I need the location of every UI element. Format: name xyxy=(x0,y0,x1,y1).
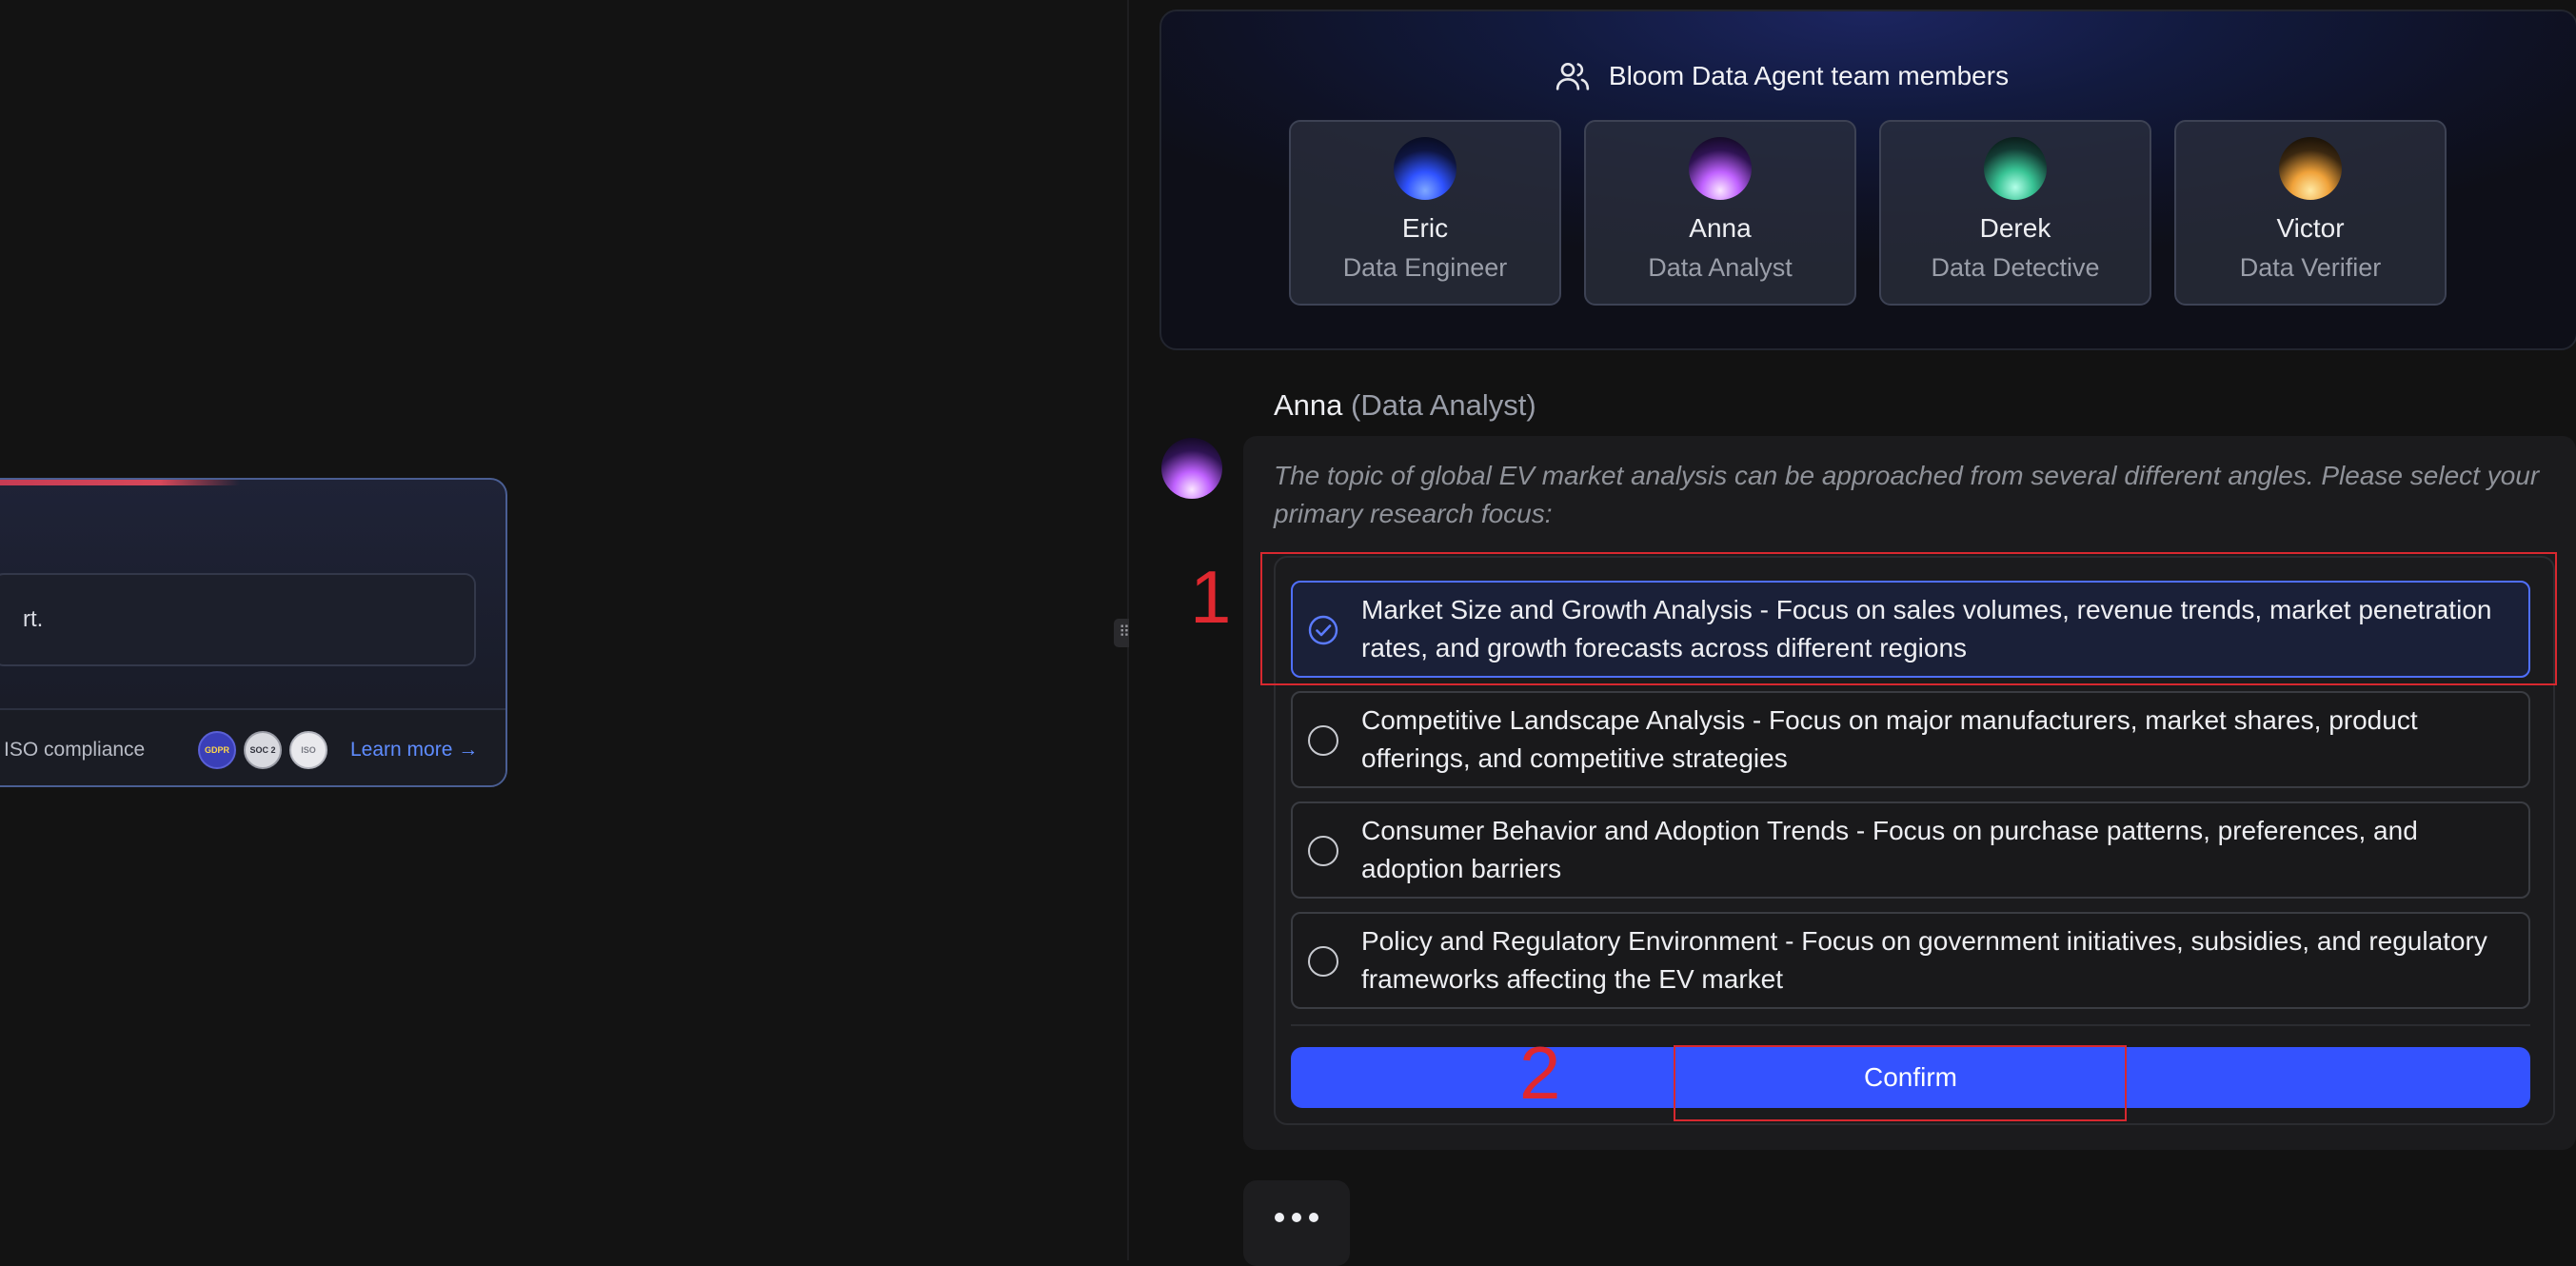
annotation-box-2 xyxy=(1674,1045,2127,1121)
card-footer: ISO compliance GDPR SOC 2 ISO Learn more… xyxy=(0,708,505,785)
member-role: Data Engineer xyxy=(1342,253,1508,282)
option-label: Policy and Regulatory Environment - Focu… xyxy=(1361,926,2487,994)
member-name: Victor xyxy=(2276,213,2345,243)
radio-circle-icon xyxy=(1308,946,1338,977)
avatar xyxy=(1984,137,2047,200)
member-role: Data Detective xyxy=(1931,253,2100,282)
soc2-badge-icon: SOC 2 xyxy=(244,731,282,769)
speaker-label: Anna (Data Analyst) xyxy=(1274,388,1536,423)
speaker-role: (Data Analyst) xyxy=(1351,388,1536,422)
member-name: Derek xyxy=(1979,213,2051,243)
learn-more-link[interactable]: Learn more → xyxy=(350,739,478,762)
dot-icon xyxy=(1275,1213,1284,1222)
prompt-text: rt. xyxy=(23,606,44,632)
message-bubble: The topic of global EV market analysis c… xyxy=(1243,436,2576,1150)
avatar xyxy=(1394,137,1456,200)
option-consumer-behavior[interactable]: Consumer Behavior and Adoption Trends - … xyxy=(1291,801,2530,899)
compliance-card: rt. ISO compliance GDPR SOC 2 ISO Learn … xyxy=(0,478,507,787)
avatar xyxy=(1161,438,1222,499)
option-label: Consumer Behavior and Adoption Trends - … xyxy=(1361,816,2418,883)
typing-indicator xyxy=(1243,1180,1350,1266)
annotation-label-2: 2 xyxy=(1519,1031,1561,1115)
annotation-label-1: 1 xyxy=(1190,555,1232,639)
dot-icon xyxy=(1309,1213,1318,1222)
team-header: Bloom Data Agent team members xyxy=(1161,57,2401,95)
option-label: Competitive Landscape Analysis - Focus o… xyxy=(1361,705,2418,773)
card-accent-bar xyxy=(0,480,240,485)
avatar xyxy=(2279,137,2342,200)
compliance-text: ISO compliance xyxy=(4,739,146,761)
member-card-victor[interactable]: Victor Data Verifier xyxy=(2174,120,2447,306)
iso-badge-icon: ISO xyxy=(289,731,327,769)
member-card-anna[interactable]: Anna Data Analyst xyxy=(1584,120,1856,306)
option-competitive-landscape[interactable]: Competitive Landscape Analysis - Focus o… xyxy=(1291,691,2530,788)
avatar xyxy=(1689,137,1752,200)
team-title: Bloom Data Agent team members xyxy=(1608,61,2010,90)
member-card-derek[interactable]: Derek Data Detective xyxy=(1879,120,2151,306)
member-name: Eric xyxy=(1401,213,1449,243)
users-icon xyxy=(1556,63,1590,90)
member-role: Data Verifier xyxy=(2239,253,2382,282)
divider xyxy=(1291,1024,2530,1026)
radio-circle-icon xyxy=(1308,725,1338,756)
team-card: Bloom Data Agent team members Eric Data … xyxy=(1159,10,2576,350)
member-role: Data Analyst xyxy=(1648,253,1793,282)
dot-icon xyxy=(1292,1213,1301,1222)
speaker-name: Anna xyxy=(1274,388,1343,422)
gdpr-badge-icon: GDPR xyxy=(198,731,236,769)
member-card-eric[interactable]: Eric Data Engineer xyxy=(1289,120,1561,306)
left-pane: rt. ISO compliance GDPR SOC 2 ISO Learn … xyxy=(0,0,1127,1260)
prompt-input[interactable]: rt. xyxy=(0,573,476,666)
option-policy-regulatory[interactable]: Policy and Regulatory Environment - Focu… xyxy=(1291,912,2530,1009)
message-intro: The topic of global EV market analysis c… xyxy=(1274,461,2540,528)
annotation-box-1 xyxy=(1260,552,2557,685)
radio-circle-icon xyxy=(1308,836,1338,866)
member-name: Anna xyxy=(1689,213,1752,243)
